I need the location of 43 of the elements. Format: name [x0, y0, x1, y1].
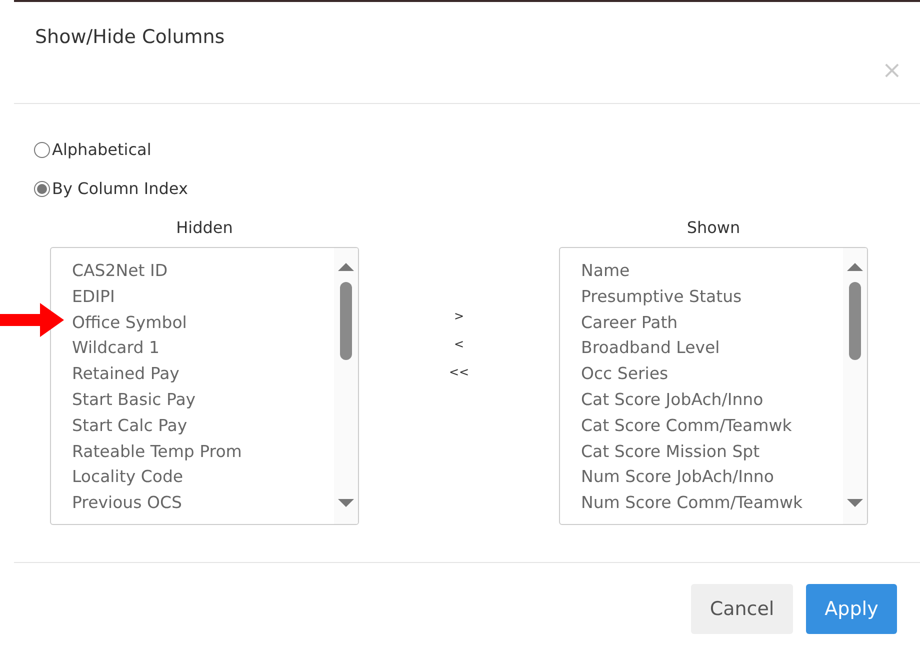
list-item[interactable]: Rateable Temp Prom — [72, 438, 334, 464]
list-item[interactable]: Retained Pay — [72, 361, 334, 387]
move-button[interactable]: > — [452, 302, 466, 330]
scroll-thumb[interactable] — [340, 282, 352, 360]
radio-button[interactable] — [34, 180, 50, 196]
list-item[interactable]: Wildcard 1 — [72, 335, 334, 362]
dialog-title: Show/Hide Columns — [35, 26, 225, 48]
scroll-down-icon[interactable] — [847, 499, 863, 508]
list-item[interactable]: Broadband Level — [581, 335, 843, 362]
list-item[interactable]: Start Basic Pay — [72, 386, 334, 413]
list-item[interactable]: Name — [581, 258, 843, 284]
list-item[interactable]: Career Path — [581, 310, 843, 336]
list-item[interactable]: Num Score JobAch/Inno — [581, 464, 843, 490]
list-item[interactable]: Cat Score Comm/Teamwk — [581, 412, 843, 439]
scrollbar[interactable] — [843, 248, 867, 524]
cancel-button[interactable]: Cancel — [691, 584, 793, 634]
radio-label[interactable]: By Column Index — [52, 179, 188, 198]
list-item[interactable]: Locality Code — [72, 464, 334, 490]
radio-button[interactable] — [34, 142, 50, 158]
list-item[interactable]: Occ Series — [581, 361, 843, 387]
list-item[interactable]: Presumptive Status — [581, 284, 843, 310]
scroll-down-icon[interactable] — [338, 499, 354, 508]
list-item[interactable]: Previous OCS — [72, 490, 334, 516]
radio-label[interactable]: Alphabetical — [52, 140, 152, 159]
arrow-icon — [0, 303, 66, 337]
scroll-up-icon[interactable] — [338, 262, 354, 271]
move-button[interactable]: << — [446, 358, 472, 386]
scrollbar[interactable] — [334, 248, 358, 524]
list-item[interactable]: Cat Score JobAch/Inno — [581, 386, 843, 413]
move-button[interactable]: < — [452, 330, 466, 358]
column-list[interactable]: CAS2Net ID EDIPI Office Symbol Wildcard 1 Retained Pay Start Basic Pay Start Calc Pay Rateable Temp Prom Locality Code Previous OCS — [50, 247, 359, 525]
list-item[interactable]: Num Score Comm/Teamwk — [581, 490, 843, 516]
list-heading: Hidden — [176, 218, 233, 237]
list-item[interactable]: Office Symbol — [72, 310, 334, 336]
list-item[interactable]: Cat Score Mission Spt — [581, 438, 843, 464]
list-heading: Shown — [686, 218, 740, 237]
list-item[interactable]: CAS2Net ID — [72, 258, 334, 284]
scroll-up-icon[interactable] — [847, 262, 863, 271]
apply-button[interactable]: Apply — [806, 584, 897, 634]
column-list[interactable]: Name Presumptive Status Career Path Broadband Level Occ Series Cat Score JobAch/Inno Cat Score Comm/Teamwk Cat Score Mission Spt Num Score JobAch/Inno Num Score Comm/Teamwk — [559, 247, 868, 525]
list-item[interactable]: EDIPI — [72, 284, 334, 310]
list-item[interactable]: Start Calc Pay — [72, 412, 334, 439]
scroll-thumb[interactable] — [849, 282, 861, 360]
